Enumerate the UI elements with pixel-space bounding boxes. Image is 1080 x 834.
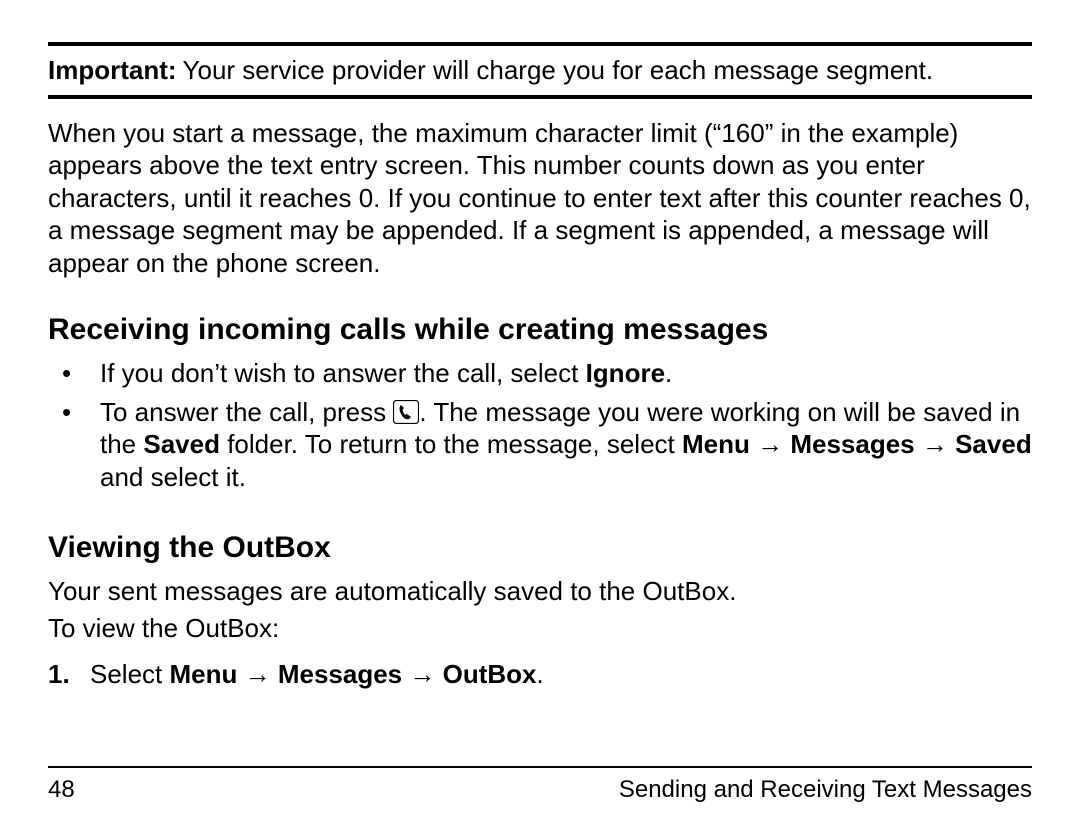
page-root: Important: Your service provider will ch… xyxy=(0,0,1080,834)
arrow-text: → xyxy=(402,659,442,689)
step-text: Select Menu → Messages → OutBox. xyxy=(90,658,544,691)
bullet-answer: To answer the call, press . The message … xyxy=(48,396,1032,494)
spacer xyxy=(48,691,1032,767)
page-footer: 48 Sending and Receiving Text Messages xyxy=(48,766,1032,834)
important-text: Your service provider will charge you fo… xyxy=(183,54,1032,87)
bullet-text: If you don’t wish to answer the call, se… xyxy=(100,358,586,388)
menu-path-saved: Saved xyxy=(955,429,1032,459)
heading-outbox: Viewing the OutBox xyxy=(48,531,1032,565)
outbox-paragraph-2: To view the OutBox: xyxy=(48,612,1032,645)
phone-handset-icon xyxy=(393,400,419,424)
step-pre: Select xyxy=(90,659,170,689)
step-post: . xyxy=(537,659,544,689)
important-box: Important: Your service provider will ch… xyxy=(48,42,1032,99)
outbox-paragraph-1: Your sent messages are automatically sav… xyxy=(48,575,1032,608)
step-1: 1. Select Menu → Messages → OutBox. xyxy=(48,658,1032,691)
menu-path-menu: Menu xyxy=(170,659,238,689)
important-row: Important: Your service provider will ch… xyxy=(48,54,1032,87)
arrow-text: → xyxy=(915,429,955,459)
bullet-ignore: If you don’t wish to answer the call, se… xyxy=(48,357,1032,390)
saved-folder-label: Saved xyxy=(143,429,220,459)
bullet-text: folder. To return to the message, select xyxy=(220,429,682,459)
bullet-text: To answer the call, press xyxy=(100,397,393,427)
menu-path-messages: Messages xyxy=(790,429,914,459)
receiving-bullets: If you don’t wish to answer the call, se… xyxy=(48,357,1032,499)
ignore-label: Ignore xyxy=(586,358,665,388)
arrow-text: → xyxy=(750,429,790,459)
page-number: 48 xyxy=(48,776,75,804)
bullet-text: . xyxy=(665,358,672,388)
menu-path-messages: Messages xyxy=(278,659,402,689)
arrow-text: → xyxy=(237,659,277,689)
intro-paragraph: When you start a message, the maximum ch… xyxy=(48,117,1032,280)
menu-path-outbox: OutBox xyxy=(443,659,537,689)
footer-title: Sending and Receiving Text Messages xyxy=(619,776,1032,804)
heading-receiving-calls: Receiving incoming calls while creating … xyxy=(48,313,1032,347)
important-label: Important: xyxy=(48,54,183,87)
bullet-text: and select it. xyxy=(100,462,246,492)
step-number: 1. xyxy=(48,658,90,691)
menu-path-menu: Menu xyxy=(682,429,750,459)
